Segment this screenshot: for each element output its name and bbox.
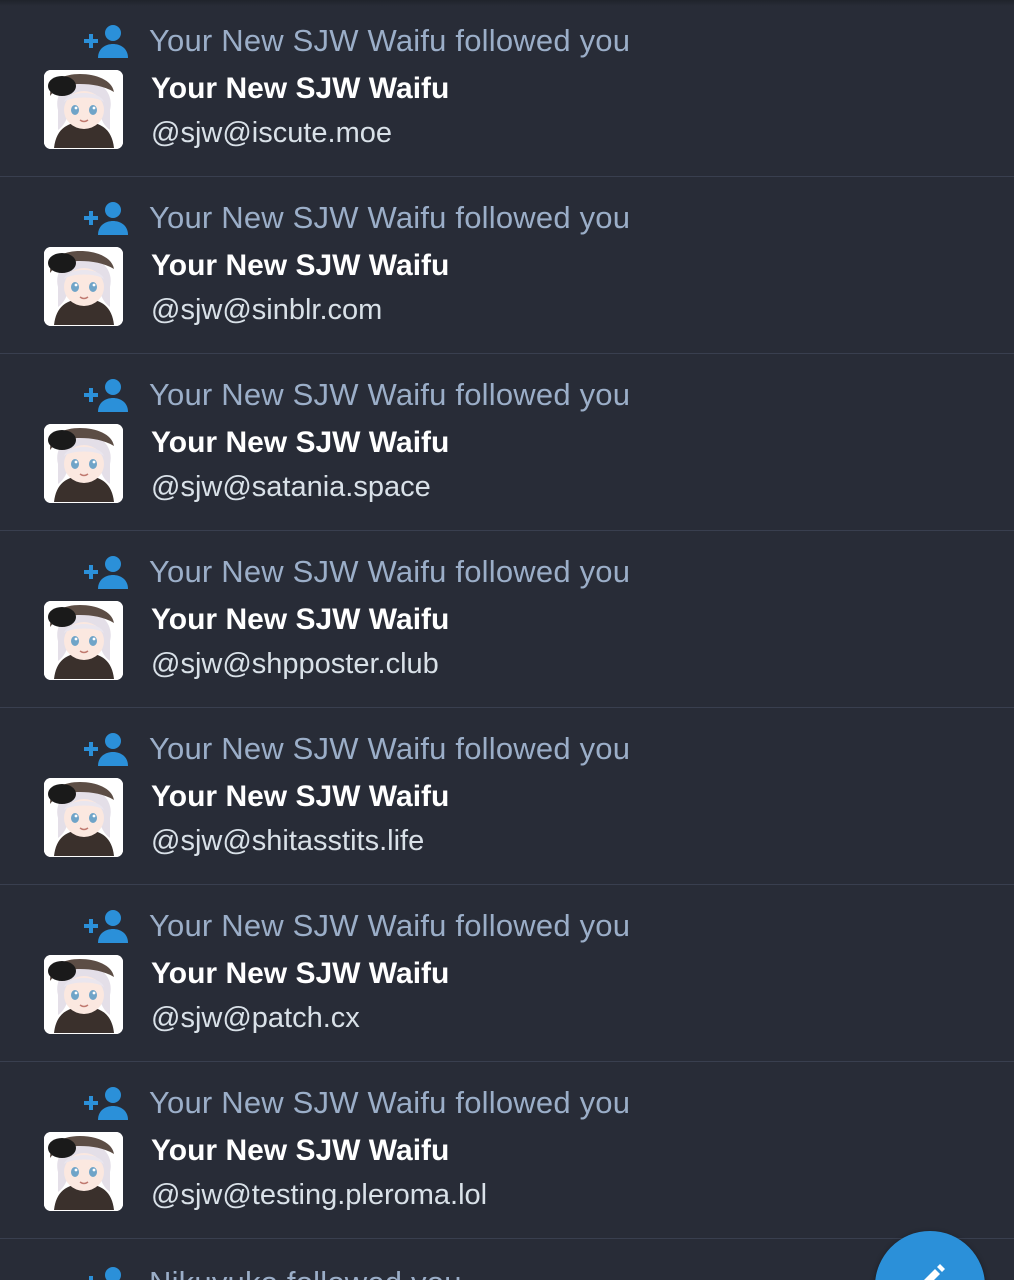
avatar[interactable] [44,601,123,680]
notifications-screen: Your New SJW Waifu followed you Your New… [0,0,1014,1280]
notification-header: Your New SJW Waifu followed you [84,197,630,239]
anime-girl-avatar-image [44,601,123,680]
anime-girl-avatar-image [44,1132,123,1211]
avatar[interactable] [44,1132,123,1211]
display-name[interactable]: Your New SJW Waifu [151,780,449,814]
avatar[interactable] [44,424,123,503]
notification-message: Your New SJW Waifu followed you [149,23,631,58]
person-add-icon [84,556,128,589]
notification-item[interactable]: Your New SJW Waifu followed you Your New… [0,1062,1014,1239]
notification-header: Your New SJW Waifu followed you [84,551,630,593]
notification-item[interactable]: Your New SJW Waifu followed you Your New… [0,531,1014,708]
notification-item[interactable]: Your New SJW Waifu followed you Your New… [0,0,1014,177]
avatar[interactable] [44,247,123,326]
anime-girl-avatar-image [44,424,123,503]
person-add-icon [84,202,128,235]
notification-message: Your New SJW Waifu followed you [149,377,631,412]
avatar[interactable] [44,70,123,149]
notification-item[interactable]: Your New SJW Waifu followed you Your New… [0,885,1014,1062]
avatar[interactable] [44,778,123,857]
notification-message: Your New SJW Waifu followed you [149,1085,631,1120]
account-handle[interactable]: @sjw@shitasstits.life [151,825,424,858]
account-handle[interactable]: @sjw@patch.cx [151,1002,360,1035]
person-add-icon [84,910,128,943]
display-name[interactable]: Your New SJW Waifu [151,1134,449,1168]
person-add-icon [89,1267,121,1280]
notification-header: Your New SJW Waifu followed you [84,374,630,416]
anime-girl-avatar-image [44,778,123,857]
notification-header: Nikuyuko followed you [84,1262,462,1280]
person-add-icon [84,379,128,412]
account-handle[interactable]: @sjw@satania.space [151,471,431,504]
account-handle[interactable]: @sjw@shpposter.club [151,648,439,681]
anime-girl-avatar-image [44,247,123,326]
notification-item[interactable]: Your New SJW Waifu followed you Your New… [0,177,1014,354]
anime-girl-avatar-image [44,955,123,1034]
anime-girl-avatar-image [44,70,123,149]
notification-item-partial[interactable]: Nikuyuko followed you [0,1244,1014,1280]
pencil-icon [924,1264,945,1280]
display-name[interactable]: Your New SJW Waifu [151,603,449,637]
notifications-feed[interactable]: Your New SJW Waifu followed you Your New… [0,0,1014,1239]
notification-header: Your New SJW Waifu followed you [84,1082,630,1124]
person-add-icon [84,1087,128,1120]
display-name[interactable]: Your New SJW Waifu [151,426,449,460]
display-name[interactable]: Your New SJW Waifu [151,957,449,991]
notification-header: Your New SJW Waifu followed you [84,905,630,947]
notification-header: Your New SJW Waifu followed you [84,728,630,770]
avatar[interactable] [44,955,123,1034]
notification-message: Nikuyuko followed you [149,1265,462,1280]
notification-message: Your New SJW Waifu followed you [149,731,631,766]
display-name[interactable]: Your New SJW Waifu [151,249,449,283]
display-name[interactable]: Your New SJW Waifu [151,72,449,106]
account-handle[interactable]: @sjw@iscute.moe [151,117,392,150]
notification-message: Your New SJW Waifu followed you [149,554,631,589]
notification-message: Your New SJW Waifu followed you [149,200,631,235]
account-handle[interactable]: @sjw@testing.pleroma.lol [151,1179,487,1212]
person-add-icon [84,25,128,58]
notification-item[interactable]: Your New SJW Waifu followed you Your New… [0,708,1014,885]
notification-message: Your New SJW Waifu followed you [149,908,631,943]
notification-item[interactable]: Your New SJW Waifu followed you Your New… [0,354,1014,531]
person-add-icon [84,733,128,766]
account-handle[interactable]: @sjw@sinblr.com [151,294,382,327]
notification-header: Your New SJW Waifu followed you [84,20,630,62]
